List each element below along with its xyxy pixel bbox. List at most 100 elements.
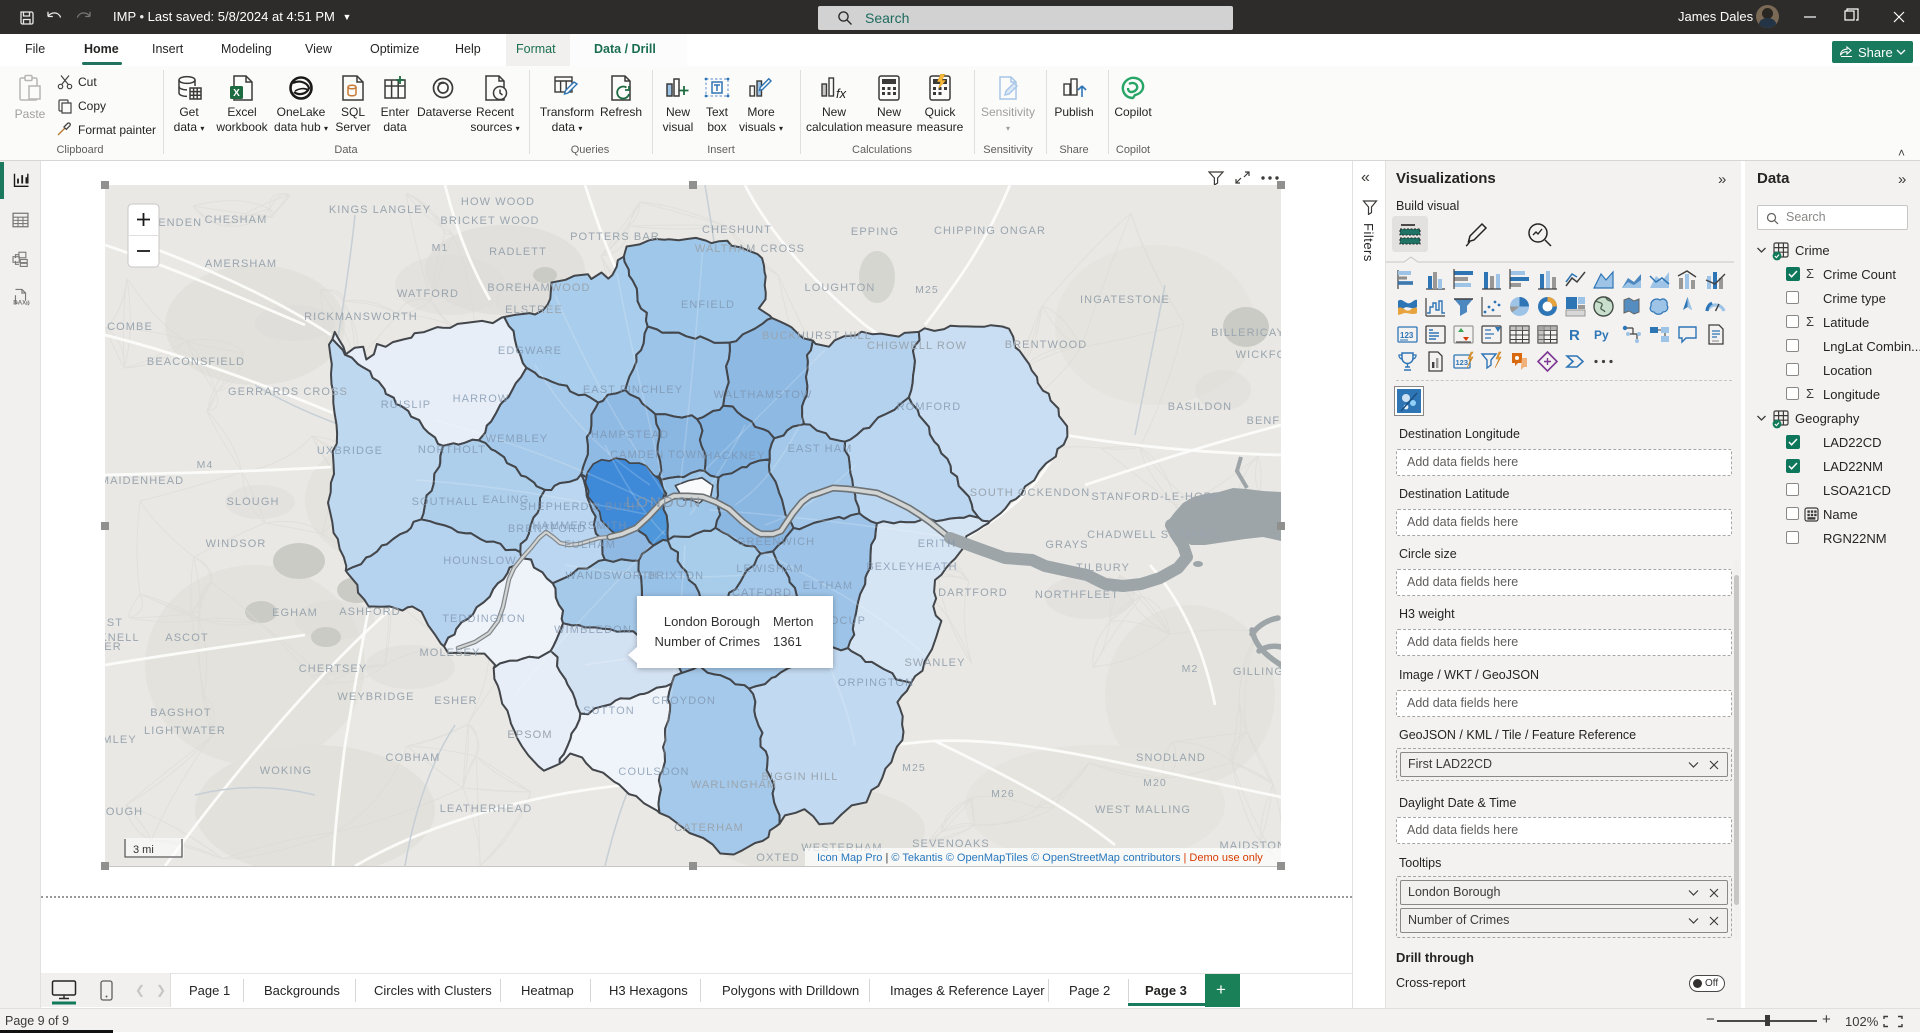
svg-text:London Borough: London Borough	[664, 614, 760, 629]
svg-text:BIGGIN HILL: BIGGIN HILL	[762, 771, 839, 783]
svg-text:CAMDEN TOWN: CAMDEN TOWN	[610, 449, 706, 461]
svg-text:FULHAM: FULHAM	[564, 539, 616, 551]
svg-text:NORTHOLT: NORTHOLT	[418, 444, 486, 456]
svg-text:POTTERS BAR: POTTERS BAR	[570, 231, 660, 243]
svg-text:M1: M1	[432, 242, 449, 254]
svg-text:M2: M2	[1182, 663, 1199, 675]
svg-text:Icon Map Pro | © Tekantis © Op: Icon Map Pro | © Tekantis © OpenMapTiles…	[817, 852, 1263, 864]
svg-text:BENFL: BENFL	[1247, 415, 1281, 427]
svg-text:UXBRIDGE: UXBRIDGE	[317, 445, 383, 457]
svg-text:BUCKHURST HILL: BUCKHURST HILL	[762, 330, 872, 342]
svg-text:ST: ST	[107, 617, 123, 629]
svg-text:EDGWARE: EDGWARE	[498, 345, 562, 357]
svg-text:BRENTWOOD: BRENTWOOD	[1005, 339, 1088, 351]
svg-text:KINGS LANGLEY: KINGS LANGLEY	[329, 204, 431, 216]
svg-text:1361: 1361	[773, 634, 802, 649]
svg-text:X: X	[233, 88, 240, 99]
svg-text:GREENWICH: GREENWICH	[737, 536, 815, 548]
svg-text:SOUTHALL: SOUTHALL	[412, 496, 479, 508]
svg-text:R: R	[1569, 327, 1580, 344]
svg-text:LEWISHAM: LEWISHAM	[736, 563, 803, 575]
svg-text:ELTHAM: ELTHAM	[803, 580, 853, 592]
svg-text:RIMLEY: RIMLEY	[105, 734, 137, 746]
svg-text:SUTTON: SUTTON	[583, 705, 635, 717]
svg-text:COMBE: COMBE	[107, 321, 153, 333]
svg-text:INGATESTONE: INGATESTONE	[1080, 294, 1170, 306]
svg-text:RADLETT: RADLETT	[489, 246, 547, 258]
svg-text:HAMPSTEAD: HAMPSTEAD	[591, 429, 669, 441]
svg-text:WIMBLEDON: WIMBLEDON	[554, 624, 632, 636]
svg-text:ASCOT: ASCOT	[165, 632, 208, 644]
svg-text:123: 123	[1400, 331, 1414, 340]
svg-text:WICKFORD: WICKFORD	[1236, 349, 1281, 361]
svg-text:BAGSHOT: BAGSHOT	[150, 707, 212, 719]
svg-text:DARTFORD: DARTFORD	[938, 587, 1008, 599]
svg-text:CATERHAM: CATERHAM	[674, 822, 744, 834]
svg-text:M26: M26	[991, 788, 1015, 800]
svg-text:HAMMERSMITH: HAMMERSMITH	[532, 520, 627, 532]
svg-text:EPPING: EPPING	[851, 226, 899, 238]
svg-text:BILLERICAY: BILLERICAY	[1211, 327, 1281, 339]
svg-text:ESHER: ESHER	[434, 695, 477, 707]
svg-text:WEST MALLING: WEST MALLING	[1095, 804, 1191, 816]
svg-text:WEMBLEY: WEMBLEY	[486, 433, 549, 445]
svg-text:WINDSOR: WINDSOR	[206, 538, 267, 550]
svg-text:LIGHTWATER: LIGHTWATER	[144, 725, 226, 737]
svg-text:MAIDENHEAD: MAIDENHEAD	[105, 475, 184, 487]
svg-text:OXTED: OXTED	[756, 852, 799, 864]
svg-text:ORPINGTON: ORPINGTON	[838, 677, 914, 689]
svg-text:LOUGHTON: LOUGHTON	[805, 282, 876, 294]
svg-text:ENFIELD: ENFIELD	[681, 299, 735, 311]
svg-text:WATFORD: WATFORD	[397, 288, 459, 300]
svg-text:DAX: DAX	[13, 300, 27, 306]
svg-text:CHADWELL ST MARY: CHADWELL ST MARY	[1087, 529, 1217, 541]
svg-text:NORTHFLEET: NORTHFLEET	[1035, 589, 1119, 601]
svg-text:EGHAM: EGHAM	[272, 607, 318, 619]
svg-text:ERITH: ERITH	[918, 538, 957, 550]
svg-text:BASILDON: BASILDON	[1168, 401, 1232, 413]
svg-text:BRICKET WOOD: BRICKET WOOD	[440, 215, 539, 227]
svg-text:TEDDINGTON: TEDDINGTON	[442, 613, 526, 625]
svg-text:M25: M25	[915, 284, 939, 296]
svg-text:Number of Crimes: Number of Crimes	[655, 634, 761, 649]
svg-text:EAST FINCHLEY: EAST FINCHLEY	[583, 384, 683, 396]
svg-text:AMERSHAM: AMERSHAM	[205, 258, 277, 270]
svg-text:HARROW: HARROW	[453, 393, 510, 405]
svg-text:GILLINGH: GILLINGH	[1233, 666, 1281, 678]
svg-text:EPSOM: EPSOM	[507, 729, 552, 741]
svg-text:CHESHAM: CHESHAM	[205, 214, 268, 226]
svg-text:3 mi: 3 mi	[133, 844, 154, 856]
svg-text:WALTHAM CROSS: WALTHAM CROSS	[695, 243, 805, 255]
svg-text:LEATHERHEAD: LEATHERHEAD	[440, 803, 533, 815]
svg-text:fx: fx	[836, 86, 847, 101]
svg-text:BEACONSFIELD: BEACONSFIELD	[147, 356, 245, 368]
svg-text:SLOUGH: SLOUGH	[226, 496, 279, 508]
svg-text:BEXLEYHEATH: BEXLEYHEATH	[866, 561, 957, 573]
svg-text:M20: M20	[1143, 777, 1167, 789]
svg-text:CHIGWELL ROW: CHIGWELL ROW	[867, 340, 967, 352]
svg-text:GERRARDS CROSS: GERRARDS CROSS	[228, 386, 348, 398]
svg-text:ROUGH: ROUGH	[105, 806, 143, 818]
svg-text:Py: Py	[1594, 328, 1609, 342]
svg-text:STANFORD-LE-HOPE: STANFORD-LE-HOPE	[1091, 491, 1220, 503]
svg-text:WALTHAMSTOW: WALTHAMSTOW	[714, 389, 813, 401]
svg-text:M25: M25	[902, 762, 926, 774]
svg-text:MOLESEY: MOLESEY	[420, 647, 481, 659]
svg-text:ER: ER	[105, 641, 122, 653]
svg-text:SWANLEY: SWANLEY	[904, 657, 965, 669]
svg-text:RICKMANSWORTH: RICKMANSWORTH	[304, 311, 418, 323]
svg-text:Merton: Merton	[773, 614, 813, 629]
svg-text:CHIPPING ONGAR: CHIPPING ONGAR	[934, 225, 1046, 237]
svg-text:WEYBRIDGE: WEYBRIDGE	[337, 691, 414, 703]
svg-text:HOUNSLOW: HOUNSLOW	[443, 555, 517, 567]
svg-text:COULSDON: COULSDON	[618, 766, 689, 778]
svg-text:BOREHAMWOOD: BOREHAMWOOD	[487, 282, 590, 294]
svg-text:WOKING: WOKING	[260, 765, 312, 777]
svg-text:HOW WOOD: HOW WOOD	[461, 196, 535, 208]
svg-text:ROMFORD: ROMFORD	[897, 401, 962, 413]
svg-text:EAST HAM: EAST HAM	[788, 443, 853, 455]
svg-text:HACKNEY: HACKNEY	[705, 450, 766, 462]
svg-text:CROYDON: CROYDON	[652, 695, 716, 707]
svg-text:ASHFORD: ASHFORD	[339, 606, 400, 618]
svg-text:GRAYS: GRAYS	[1045, 539, 1088, 551]
